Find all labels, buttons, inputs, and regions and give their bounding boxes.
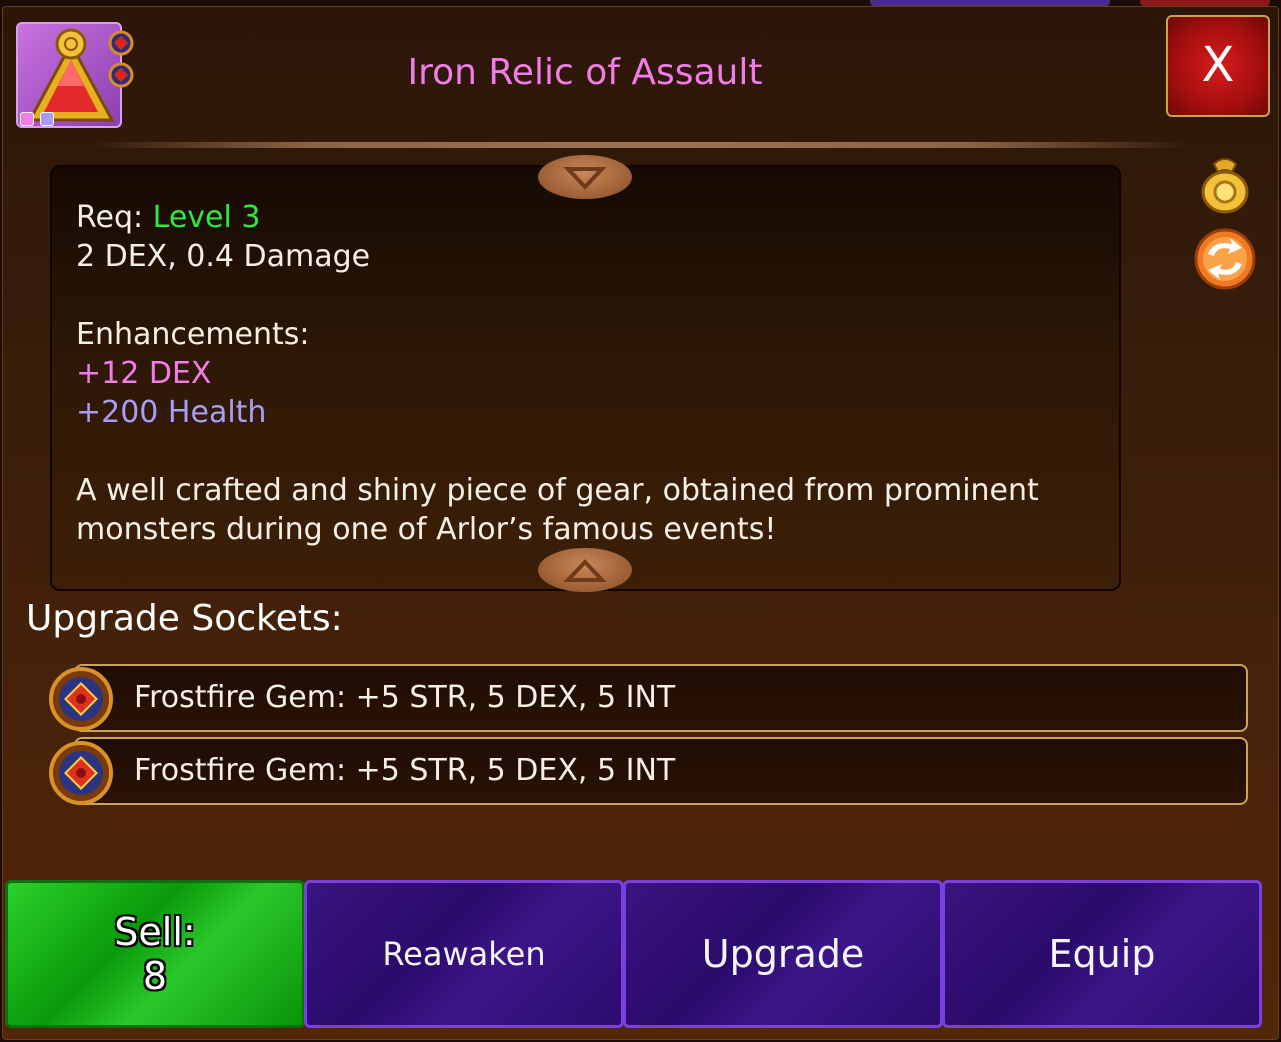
upgrade-button[interactable]: Upgrade bbox=[623, 880, 943, 1028]
item-description-text: Req: Level 3 2 DEX, 0.4 Damage Enhanceme… bbox=[76, 198, 1116, 549]
enhancement-dex: +12 DEX bbox=[76, 356, 212, 391]
socket-gem-text: Frostfire Gem: +5 STR, 5 DEX, 5 INT bbox=[134, 680, 676, 715]
flavor-text-line-2: monsters during one of Arlor’s famous ev… bbox=[76, 512, 777, 547]
swap-arrows-icon[interactable] bbox=[1192, 226, 1258, 292]
close-button[interactable]: X bbox=[1166, 15, 1270, 117]
socket-gem-mini-icon bbox=[108, 30, 134, 56]
sell-label: Sell: bbox=[114, 910, 196, 954]
requirement-line: Req: Level 3 bbox=[76, 198, 1116, 237]
equip-label: Equip bbox=[1048, 932, 1156, 976]
item-relic-icon bbox=[16, 22, 122, 128]
reawaken-label: Reawaken bbox=[382, 935, 546, 973]
enhancements-label: Enhancements: bbox=[76, 317, 310, 352]
scroll-up-button[interactable] bbox=[538, 548, 632, 592]
flavor-text-line-1: A well crafted and shiny piece of gear, … bbox=[76, 473, 1039, 508]
chevron-down-icon bbox=[563, 167, 607, 190]
header-divider bbox=[90, 142, 1190, 148]
required-level: Level 3 bbox=[152, 200, 261, 235]
gold-coin-bag-icon[interactable] bbox=[1192, 150, 1258, 216]
requirement-label: Req: bbox=[76, 200, 144, 235]
sell-button[interactable]: Sell: 8 bbox=[5, 880, 305, 1028]
scroll-down-button[interactable] bbox=[538, 155, 632, 199]
enhancement-health: +200 Health bbox=[76, 395, 267, 430]
base-stats: 2 DEX, 0.4 Damage bbox=[76, 239, 371, 274]
socket-gem-text: Frostfire Gem: +5 STR, 5 DEX, 5 INT bbox=[134, 753, 676, 788]
sell-price: 8 bbox=[142, 954, 168, 998]
socket-gem-mini-icon bbox=[108, 62, 134, 88]
reawaken-button[interactable]: Reawaken bbox=[304, 880, 624, 1028]
item-title: Iron Relic of Assault bbox=[407, 52, 763, 93]
frostfire-gem-icon bbox=[49, 741, 113, 805]
equip-button[interactable]: Equip bbox=[942, 880, 1262, 1028]
frostfire-gem-icon bbox=[49, 667, 113, 731]
item-quality-dot-lavender bbox=[40, 112, 54, 126]
upgrade-label: Upgrade bbox=[701, 932, 865, 976]
chevron-up-icon bbox=[563, 559, 607, 582]
item-quality-dot-pink bbox=[20, 112, 34, 126]
upgrade-sockets-title: Upgrade Sockets: bbox=[26, 598, 343, 639]
